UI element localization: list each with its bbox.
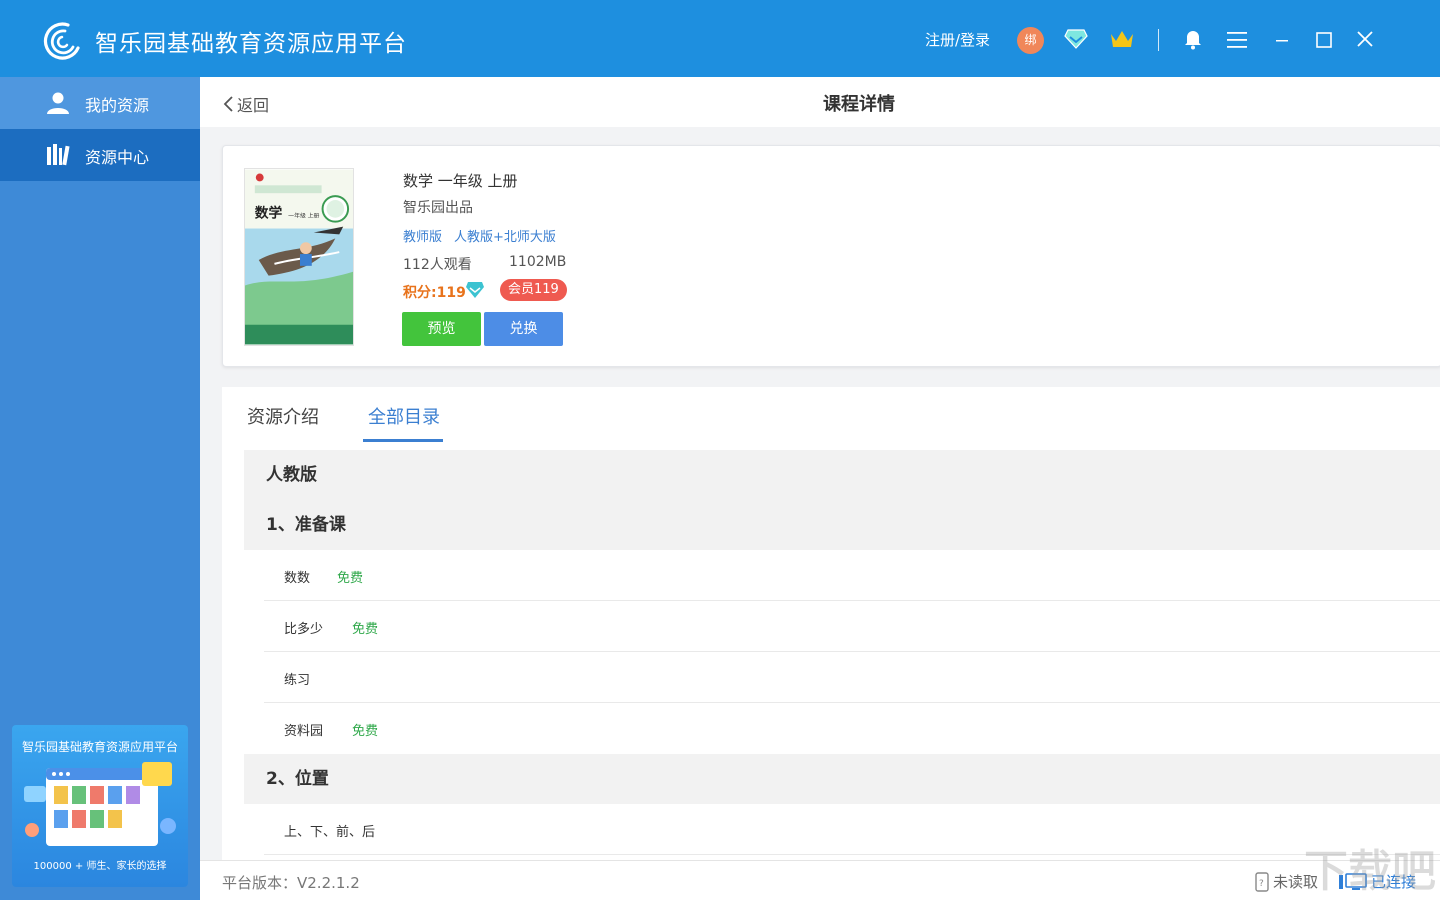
promo-subtitle: 100000 + 师生、家长的选择 bbox=[12, 857, 188, 872]
lesson-name: 比多少 bbox=[284, 618, 323, 637]
app-logo-icon bbox=[38, 20, 82, 60]
lesson-name: 资料园 bbox=[284, 720, 323, 739]
diamond-icon[interactable] bbox=[1064, 28, 1088, 50]
lesson-row[interactable]: 练习 bbox=[264, 652, 1440, 703]
exchange-button[interactable]: 兑换 bbox=[484, 312, 563, 346]
crown-icon[interactable] bbox=[1109, 28, 1135, 50]
page-header: 课程详情 返回 bbox=[200, 77, 1440, 127]
user-icon bbox=[46, 91, 70, 115]
vip-price-badge: 会员119 bbox=[500, 279, 567, 301]
tab-resource-intro[interactable]: 资源介绍 bbox=[247, 403, 319, 429]
free-label: 免费 bbox=[352, 618, 378, 637]
sidebar-item-resource-center[interactable]: 资源中心 bbox=[0, 129, 200, 181]
cover-grade-text: 一年级 上册 bbox=[288, 212, 319, 220]
promo-title: 智乐园基础教育资源应用平台 bbox=[12, 738, 188, 755]
detail-tab-panel: 资源介绍 全部目录 人教版 1、准备课 数数 免费 比多少 免费 练习 资料园 … bbox=[222, 387, 1440, 860]
diamond-icon bbox=[465, 281, 485, 299]
app-title: 智乐园基础教育资源应用平台 bbox=[95, 24, 407, 58]
tag-textbook-edition[interactable]: 人教版+北师大版 bbox=[454, 230, 556, 245]
svg-text:?: ? bbox=[1259, 879, 1264, 889]
page-title: 课程详情 bbox=[200, 90, 1440, 116]
book-cover-image[interactable]: 数学 一年级 上册 bbox=[244, 168, 354, 346]
sidebar-item-label: 资源中心 bbox=[85, 144, 149, 168]
sidebar-item-my-resources[interactable]: 我的资源 bbox=[0, 77, 200, 129]
active-tab-underline bbox=[363, 439, 443, 442]
title-bar: 智乐园基础教育资源应用平台 注册/登录 绑 bbox=[0, 0, 1440, 77]
edition-header: 人教版 bbox=[244, 450, 1440, 500]
promo-banner[interactable]: 智乐园基础教育资源应用平台 100000 + 师生、家长的选择 bbox=[12, 725, 188, 887]
lesson-row[interactable]: 资料园 免费 bbox=[264, 703, 1440, 754]
lesson-name: 数数 bbox=[284, 567, 310, 586]
lesson-row[interactable]: 上、下、前、后 bbox=[264, 804, 1440, 855]
file-size: 1102MB bbox=[509, 254, 566, 270]
lesson-name: 上、下、前、后 bbox=[284, 821, 375, 840]
sidebar-item-label: 我的资源 bbox=[85, 92, 149, 116]
lesson-row[interactable]: 比多少 免费 bbox=[264, 601, 1440, 652]
view-count: 112人观看 bbox=[403, 254, 472, 274]
chapter-header[interactable]: 2、位置 bbox=[244, 754, 1440, 804]
phone-question-icon: ? bbox=[1254, 872, 1270, 892]
titlebar-divider bbox=[1158, 29, 1159, 51]
close-icon[interactable] bbox=[1355, 29, 1375, 49]
points-price: 积分:119 bbox=[403, 282, 466, 302]
bind-badge[interactable]: 绑 bbox=[1017, 27, 1044, 54]
bell-icon[interactable] bbox=[1183, 28, 1203, 50]
minimize-icon[interactable] bbox=[1271, 30, 1293, 50]
back-button[interactable]: 返回 bbox=[222, 92, 269, 116]
maximize-icon[interactable] bbox=[1314, 30, 1334, 50]
platform-version: 平台版本：V2.2.1.2 bbox=[222, 872, 360, 893]
svg-text:下载吧: 下载吧 bbox=[1304, 846, 1436, 897]
course-card: 数学 一年级 上册 数学 一年级 上册 智乐园出品 教师版人教版+北师大版 11… bbox=[222, 145, 1440, 367]
main-content: 课程详情 返回 数学 一年级 上册 数学 一年级 上册 智乐园出品 教师 bbox=[200, 77, 1440, 900]
cover-subject-text: 数学 bbox=[255, 205, 283, 222]
preview-button[interactable]: 预览 bbox=[402, 312, 481, 346]
course-title: 数学 一年级 上册 bbox=[403, 170, 518, 191]
lesson-row[interactable]: 数数 免费 bbox=[264, 550, 1440, 601]
watermark-icon: 下载吧 bbox=[1302, 838, 1440, 900]
chapter-header[interactable]: 1、准备课 bbox=[244, 500, 1440, 550]
sidebar: 我的资源 资源中心 智乐园基础教育资源应用平台 100000 + 师生、家长的选… bbox=[0, 77, 200, 900]
books-icon bbox=[46, 143, 70, 167]
free-label: 免费 bbox=[337, 567, 363, 586]
free-label: 免费 bbox=[352, 720, 378, 739]
menu-icon[interactable] bbox=[1226, 30, 1248, 50]
tab-full-catalog[interactable]: 全部目录 bbox=[368, 403, 440, 429]
chevron-left-icon bbox=[222, 95, 234, 113]
course-tags: 教师版人教版+北师大版 bbox=[403, 226, 568, 245]
back-label: 返回 bbox=[237, 92, 269, 116]
lesson-name: 练习 bbox=[284, 669, 310, 688]
promo-illustration-icon bbox=[18, 760, 182, 852]
status-bar: 平台版本：V2.2.1.2 ? 未读取 已连接 bbox=[200, 860, 1440, 900]
tag-teacher-edition[interactable]: 教师版 bbox=[403, 230, 442, 245]
register-login-link[interactable]: 注册/登录 bbox=[925, 29, 990, 50]
course-publisher: 智乐园出品 bbox=[403, 197, 473, 217]
